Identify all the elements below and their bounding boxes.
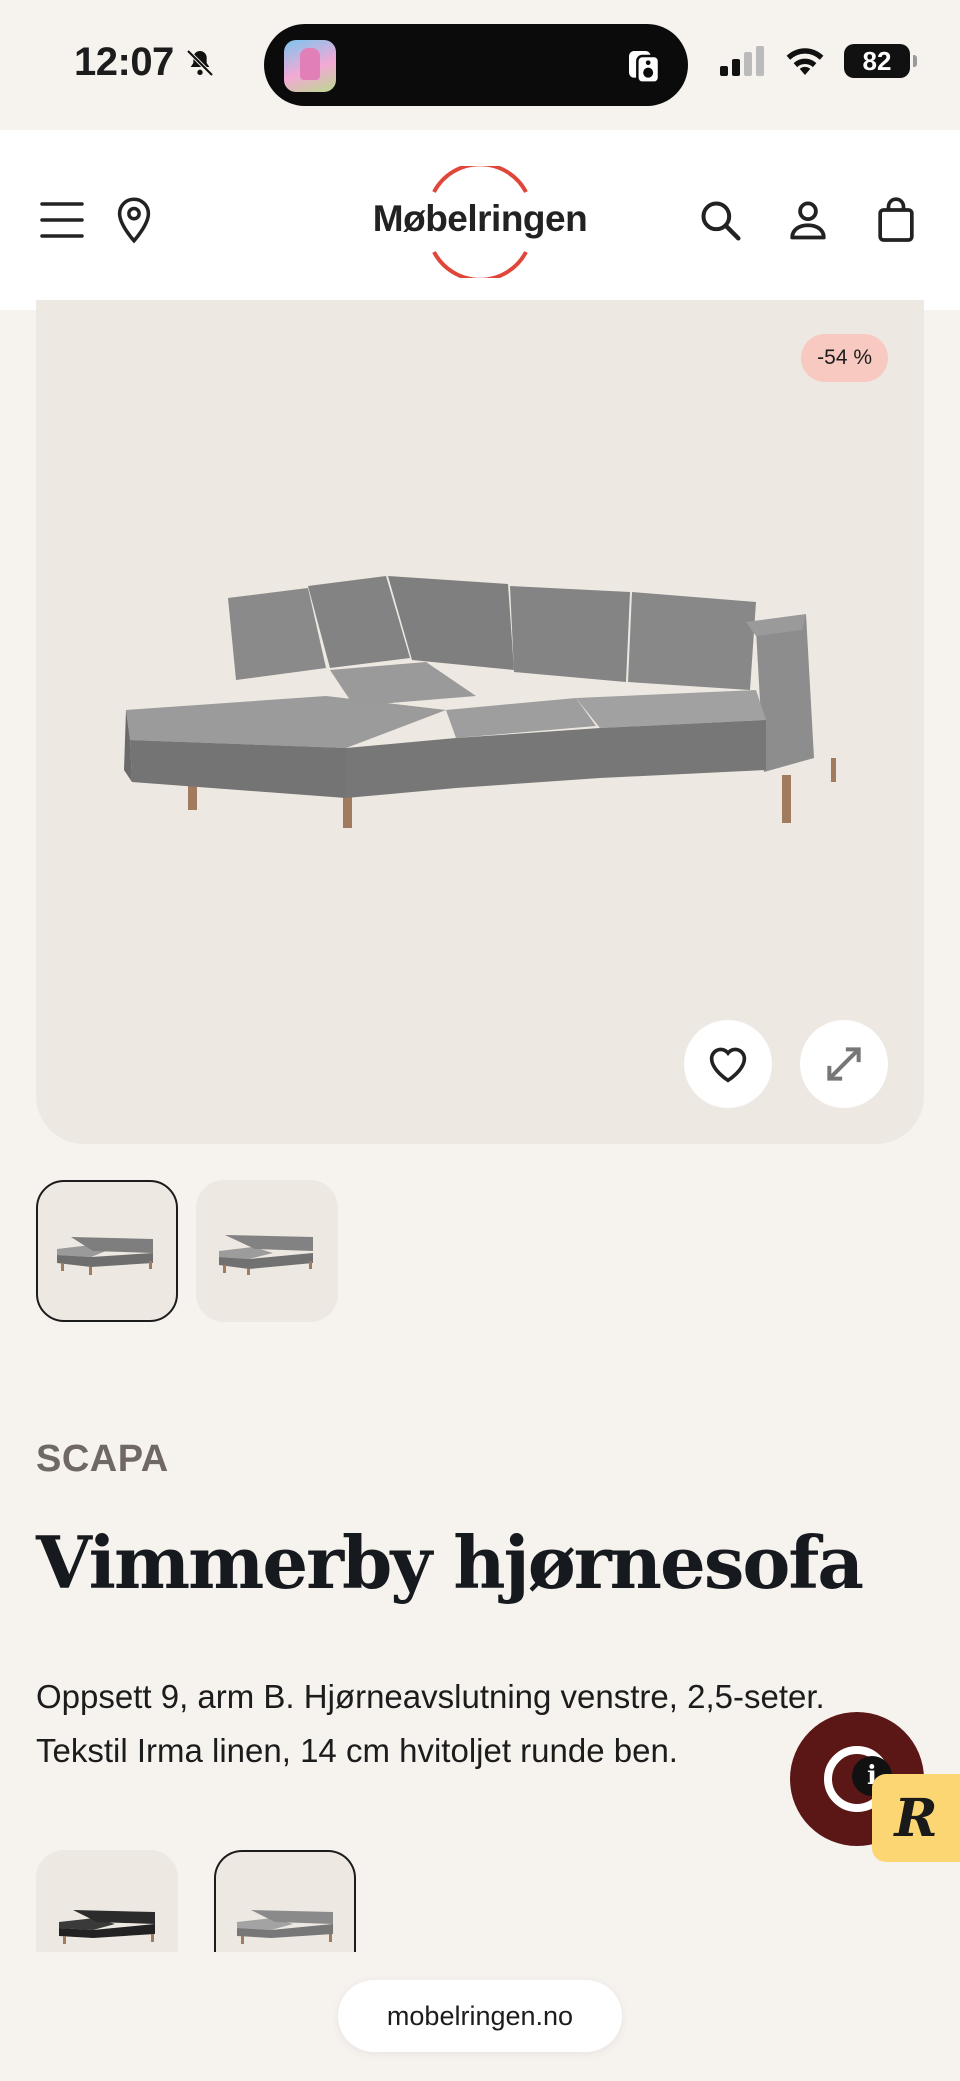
variant-sofa-grey: [237, 1910, 333, 1944]
speaker-icon: [629, 51, 661, 84]
site-logo[interactable]: Møbelringen: [370, 166, 590, 278]
user-icon: [790, 201, 826, 240]
menu-icon: [40, 202, 84, 238]
product-brand: SCAPA: [36, 1438, 169, 1480]
product-image-gallery[interactable]: -54 %: [36, 300, 924, 1144]
discount-badge: -54 %: [801, 334, 888, 382]
gallery-thumbnail[interactable]: [196, 1180, 338, 1322]
cellular-signal-icon: [720, 46, 764, 76]
status-indicators: 82: [720, 44, 917, 78]
cart-button[interactable]: [866, 190, 926, 250]
bell-slash-icon: [186, 49, 214, 76]
thumbnail-sofa-angle: [219, 1235, 313, 1275]
address-bar[interactable]: mobelringen.no: [338, 1980, 622, 2052]
cart-icon: [878, 197, 914, 242]
status-time: 12:07: [74, 40, 216, 85]
search-icon: [701, 201, 741, 241]
thumbnail-sofa-front: [57, 1237, 153, 1275]
wifi-icon: [786, 48, 824, 75]
logo-wordmark: Møbelringen: [372, 198, 588, 239]
site-header: Møbelringen: [0, 130, 960, 310]
product-description: Oppsett 9, arm B. Hjørneavslutning venst…: [36, 1678, 825, 1769]
heart-icon: [709, 1047, 747, 1083]
variant-sofa-dark: [59, 1910, 155, 1944]
fullscreen-button[interactable]: [800, 1020, 888, 1108]
expand-icon: [827, 1047, 861, 1081]
account-button[interactable]: [778, 190, 838, 250]
clock: 12:07: [74, 40, 174, 84]
product-image-sofa: [124, 576, 836, 828]
product-title: Vimmerby hjørnesofa: [36, 1520, 864, 1605]
extension-badge[interactable]: R: [872, 1774, 960, 1862]
battery-indicator: 82: [844, 44, 917, 78]
dynamic-island[interactable]: [264, 24, 688, 106]
status-bar: 12:07 82: [0, 0, 960, 130]
location-pin-icon: [117, 197, 151, 244]
variant-option-dark[interactable]: [36, 1850, 178, 1956]
gallery-thumbnail[interactable]: [36, 1180, 178, 1322]
store-locator-button[interactable]: [104, 190, 164, 250]
menu-button[interactable]: [32, 190, 92, 250]
now-playing-app-icon[interactable]: [284, 40, 336, 92]
search-button[interactable]: [690, 190, 750, 250]
favorite-button[interactable]: [684, 1020, 772, 1108]
variant-option-grey[interactable]: [214, 1850, 356, 1956]
